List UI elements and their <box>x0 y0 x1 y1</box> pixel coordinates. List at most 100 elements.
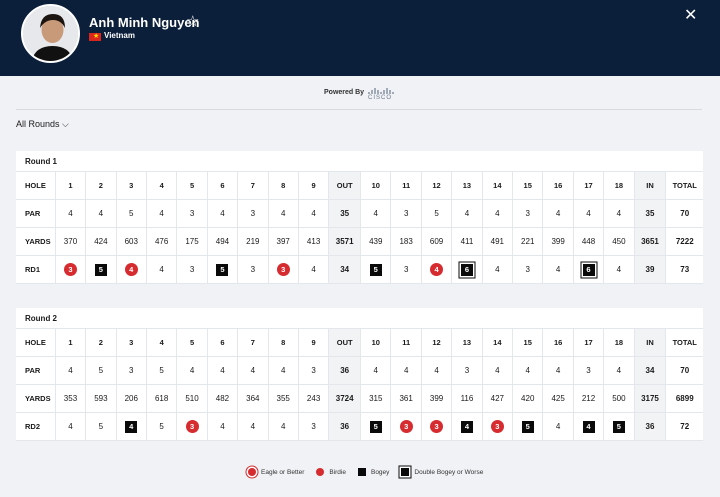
table-cell: 4 <box>390 357 420 384</box>
table-cell: 5 <box>176 329 206 356</box>
score-cell: 4 <box>451 413 481 440</box>
table-cell: 17 <box>572 172 603 199</box>
score-cell: 5 <box>603 413 633 440</box>
double-bogey-marker-icon <box>401 468 410 476</box>
table-cell: 3 <box>451 357 481 384</box>
double-bogey-score-marker: 6 <box>582 263 595 276</box>
table-cell: 2 <box>85 172 115 199</box>
bogey-score-marker: 5 <box>521 420 534 433</box>
table-cell: 10 <box>360 329 390 356</box>
table-cell: 212 <box>572 385 603 412</box>
close-icon[interactable]: ✕ <box>684 5 697 25</box>
table-cell: 4 <box>481 200 512 227</box>
table-cell: 413 <box>297 228 328 255</box>
score-cell: 4 <box>54 413 85 440</box>
table-cell: 243 <box>297 385 328 412</box>
table-cell: 2 <box>85 329 115 356</box>
table-cell: 8 <box>267 329 298 356</box>
legend-item-birdie: Birdie <box>316 468 346 476</box>
score-cell: 3 <box>390 413 420 440</box>
score-value: 5 <box>98 422 104 431</box>
table-cell: 175 <box>176 228 206 255</box>
score-cell: 3 <box>512 256 542 283</box>
table-cell: 355 <box>267 385 298 412</box>
table-cell: 3 <box>115 357 146 384</box>
table-cell: 12 <box>420 172 451 199</box>
table-cell: 4 <box>603 357 633 384</box>
score-cell: 3 <box>390 256 420 283</box>
table-cell: 70 <box>665 200 703 227</box>
table-cell: 448 <box>572 228 603 255</box>
score-cell: 36 <box>328 413 361 440</box>
table-cell: 4 <box>85 200 115 227</box>
score-value: 34 <box>340 265 350 274</box>
table-cell: 494 <box>206 228 237 255</box>
birdie-marker-icon <box>316 468 325 476</box>
table-cell: 16 <box>542 329 572 356</box>
table-cell: 6 <box>206 329 237 356</box>
table-cell: 491 <box>481 228 512 255</box>
table-cell: 12 <box>420 329 451 356</box>
table-cell: 3 <box>115 172 146 199</box>
score-cell: 4 <box>481 256 512 283</box>
vietnam-flag-icon: ★ <box>89 33 101 41</box>
table-cell: 593 <box>85 385 115 412</box>
table-cell: 7 <box>237 172 267 199</box>
table-cell: OUT <box>328 172 361 199</box>
table-cell: 4 <box>420 357 451 384</box>
table-cell: 4 <box>145 172 176 199</box>
legend-label: Bogey <box>370 468 390 476</box>
bogey-score-marker: 5 <box>612 420 625 433</box>
score-value: 36 <box>645 422 655 431</box>
table-cell: 116 <box>451 385 481 412</box>
par-row: PAR 4 4 5 4 3 4 3 4 4 35 4 3 5 4 4 3 4 4 4 35 70 <box>16 200 703 228</box>
table-cell: 9 <box>297 329 328 356</box>
score-cell: 5 <box>85 413 115 440</box>
score-value: 4 <box>250 422 256 431</box>
star-outline-icon[interactable]: ☆ <box>186 13 199 31</box>
table-cell: 1 <box>54 172 85 199</box>
score-value: 3 <box>311 422 316 431</box>
score-value: 3 <box>525 265 530 274</box>
birdie-score-marker: 4 <box>124 263 138 276</box>
table-cell: 364 <box>237 385 267 412</box>
rounds-dropdown[interactable]: All Rounds ⌵ <box>16 119 69 130</box>
bogey-score-marker: 5 <box>369 263 382 276</box>
table-cell: 11 <box>390 329 420 356</box>
row-label: HOLE <box>25 338 46 347</box>
table-cell: 206 <box>115 385 146 412</box>
table-cell: 3724 <box>328 385 361 412</box>
player-avatar <box>21 4 80 63</box>
table-cell: 609 <box>420 228 451 255</box>
score-value: 4 <box>555 265 561 274</box>
score-cell: 4 <box>115 256 146 283</box>
table-cell: 4 <box>603 200 633 227</box>
score-cell: 6 <box>451 256 481 283</box>
table-cell: 4 <box>360 200 390 227</box>
score-cell: 5 <box>512 413 542 440</box>
row-label: YARDS <box>25 237 51 246</box>
score-cell: 3 <box>54 256 85 283</box>
table-cell: 5 <box>176 172 206 199</box>
table-cell: 4 <box>145 200 176 227</box>
table-cell: 3 <box>297 357 328 384</box>
table-cell: 500 <box>603 385 633 412</box>
table-cell: 9 <box>297 172 328 199</box>
table-cell: 4 <box>542 357 572 384</box>
table-cell: 397 <box>267 228 298 255</box>
table-cell: 3 <box>237 200 267 227</box>
player-name: Anh Minh Nguyen <box>89 15 200 30</box>
table-cell: 399 <box>542 228 572 255</box>
table-cell: 221 <box>512 228 542 255</box>
table-cell: 3 <box>512 200 542 227</box>
table-cell: 370 <box>54 228 85 255</box>
table-cell: 4 <box>145 329 176 356</box>
score-value: 3 <box>189 265 195 274</box>
legend-item-double-bogey: Double Bogey or Worse <box>401 468 483 476</box>
score-cell: 4 <box>267 413 298 440</box>
player-header: Anh Minh Nguyen ☆ ★ Vietnam ✕ <box>0 0 720 76</box>
table-cell: 16 <box>542 172 572 199</box>
table-cell: 4 <box>206 357 237 384</box>
round-title: Round 1 <box>16 151 703 172</box>
table-cell: 4 <box>54 200 85 227</box>
